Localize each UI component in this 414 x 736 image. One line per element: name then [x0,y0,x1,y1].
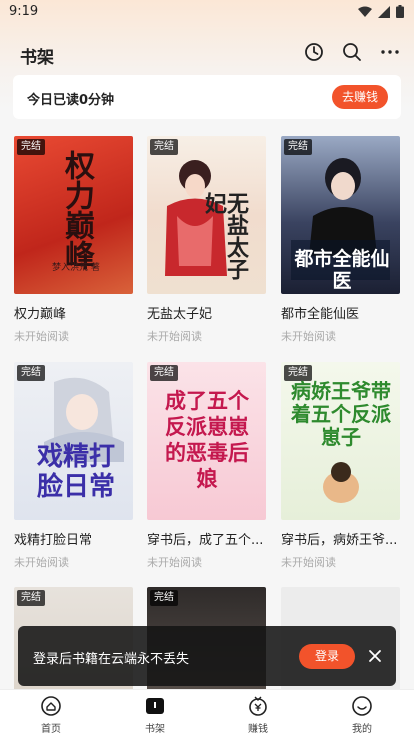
more-icon[interactable] [380,42,400,62]
nav-label: 首页 [41,724,61,735]
book-item[interactable]: 完结 戏精打脸日常 戏精打脸日常 未开始阅读 [14,362,133,570]
home-icon [41,696,61,716]
nav-item-earn[interactable]: 赚钱 [228,695,288,735]
book-cover[interactable]: 完结 权力巅峰 梦入洪荒 著 [14,136,133,294]
book-item[interactable]: 完结 成了五个反派崽崽的恶毒后娘 穿书后，成了五个... 未开始阅读 [147,362,266,570]
book-item[interactable]: 完结 病娇王爷带着五个反派崽子 穿书后，病娇王爷... 未开始阅读 [281,362,400,570]
nav-item-home[interactable]: 首页 [21,695,81,735]
status-time: 9:19 [9,4,39,19]
cover-illustration [323,462,359,503]
nav-label: 赚钱 [248,724,268,735]
book-item[interactable]: 完结 权力巅峰 梦入洪荒 著 权力巅峰 未开始阅读 [14,136,133,344]
login-prompt-text: 登录后书籍在云端永不丢失 [33,652,190,667]
profile-icon [352,696,372,716]
book-title: 穿书后，病娇王爷... [281,533,398,548]
book-status: 未开始阅读 [147,556,202,569]
status-badge: 完结 [150,590,178,606]
money-icon [249,696,267,716]
nav-item-profile[interactable]: 我的 [332,695,392,735]
book-status: 未开始阅读 [147,330,202,343]
close-icon[interactable] [367,648,383,664]
nav-item-bookshelf[interactable]: 书架 [125,695,185,735]
status-badge: 完结 [150,365,178,381]
login-banner: 登录后书籍在云端永不丢失 登录 [18,626,396,686]
header-actions [304,42,400,62]
nav-label: 我的 [352,724,372,735]
login-button[interactable]: 登录 [299,644,355,669]
book-status: 未开始阅读 [14,330,69,343]
bookshelf-icon [146,698,164,714]
wifi-icon [358,6,372,17]
book-title: 穿书后，成了五个... [147,533,264,548]
signal-icon [378,5,390,18]
book-cover[interactable]: 完结 都市全能仙医 [281,136,400,294]
book-item[interactable]: 完结 无盐太子妃 无盐太子妃 未开始阅读 [147,136,266,344]
page-title: 书架 [20,48,54,68]
bottom-nav: 首页 书架 赚钱 我的 [0,689,414,736]
status-badge: 完结 [17,139,45,155]
book-cover[interactable]: 完结 成了五个反派崽崽的恶毒后娘 [147,362,266,520]
search-icon[interactable] [342,42,362,62]
book-status: 未开始阅读 [14,556,69,569]
history-icon[interactable] [304,42,324,62]
reading-time-card: 今日已读0分钟 去赚钱 [13,75,401,119]
cover-art-text: 戏精打脸日常 [36,442,115,502]
cover-author: 梦入洪荒 著 [52,263,100,273]
cover-art-text: 无盐太子妃 [201,192,249,280]
cover-art-text: 权力巅峰 [59,150,94,270]
earn-money-button[interactable]: 去赚钱 [332,85,388,109]
cover-art-text: 成了五个反派崽崽的恶毒后娘 [165,389,249,491]
book-item[interactable]: 完结 都市全能仙医 都市全能仙医 未开始阅读 [281,136,400,344]
cover-art-text: 都市全能仙医 [294,248,390,292]
book-title: 戏精打脸日常 [14,533,93,548]
header: 书架 [0,34,414,74]
book-status: 未开始阅读 [281,556,336,569]
book-cover[interactable]: 完结 无盐太子妃 [147,136,266,294]
status-icons [358,5,404,18]
book-title: 权力巅峰 [14,307,67,322]
status-bar: 9:19 [0,0,414,24]
book-title: 无盐太子妃 [147,307,213,322]
status-badge: 完结 [17,590,45,606]
book-cover[interactable]: 完结 戏精打脸日常 [14,362,133,520]
book-status: 未开始阅读 [281,330,336,343]
book-cover[interactable]: 完结 病娇王爷带着五个反派崽子 [281,362,400,520]
nav-label: 书架 [145,724,165,735]
battery-icon [396,5,404,18]
reading-time-text: 今日已读0分钟 [27,93,115,108]
book-title: 都市全能仙医 [281,307,360,322]
